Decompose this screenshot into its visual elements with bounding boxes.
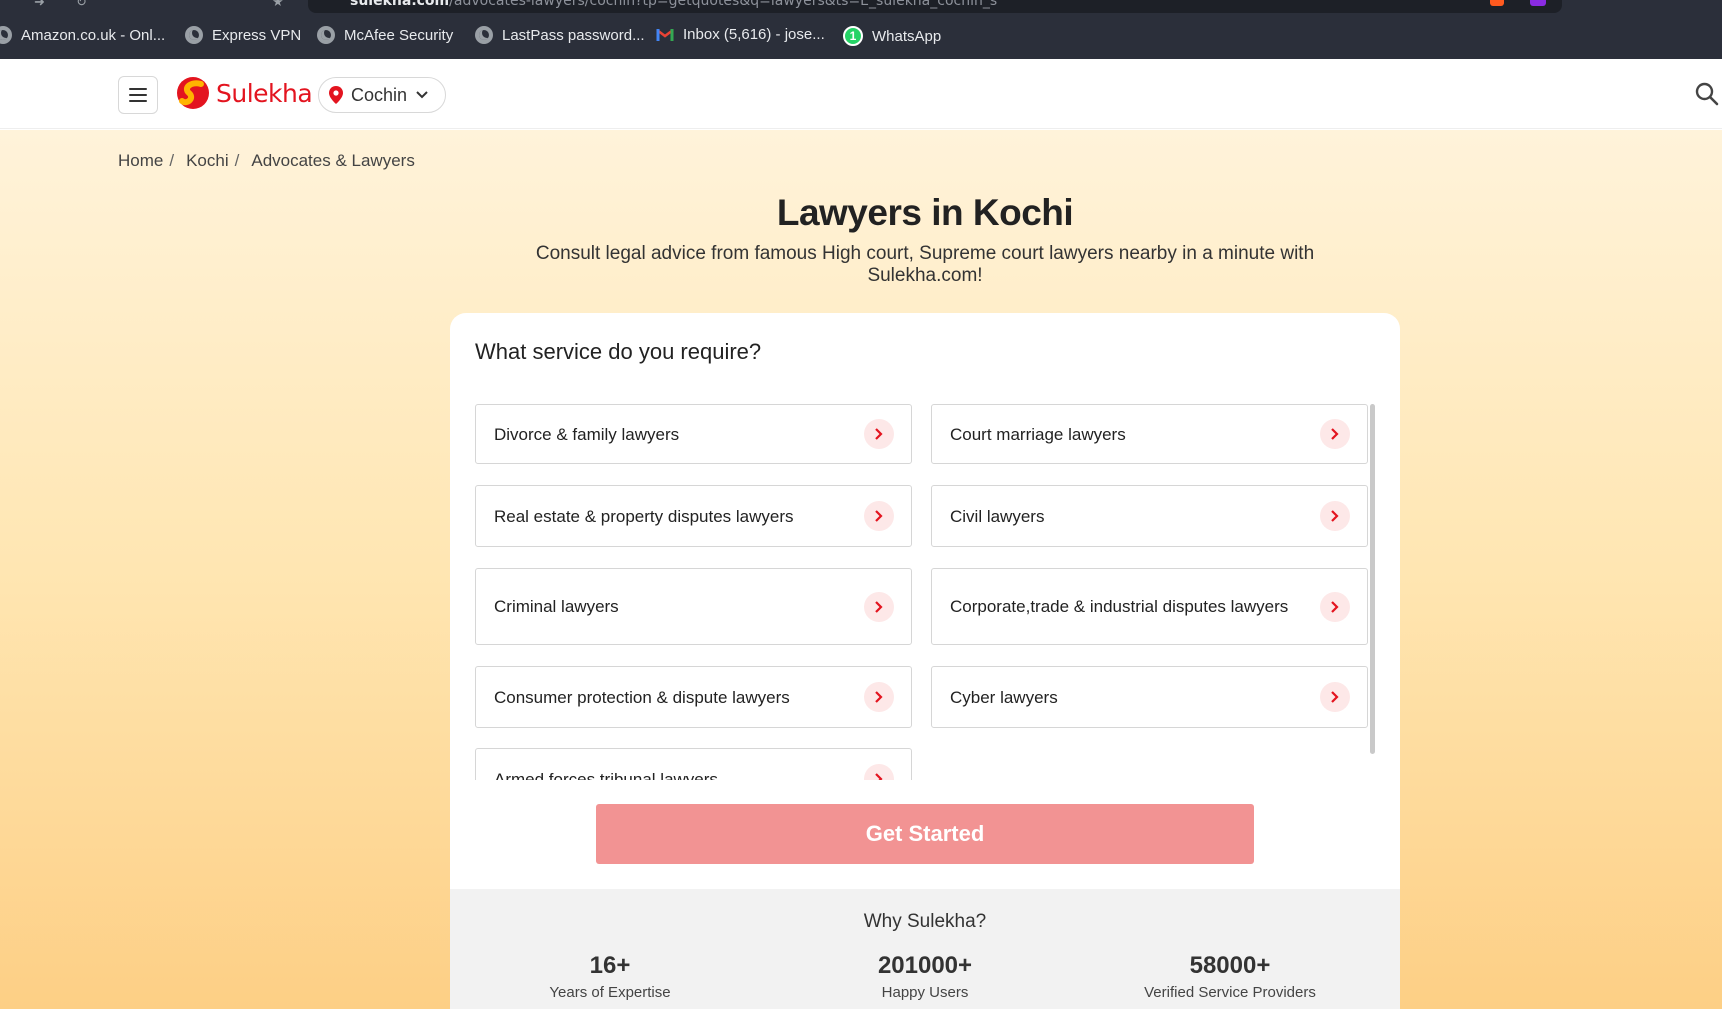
bookmark-label: Inbox (5,616) - jose... [683, 26, 825, 43]
extension-icon[interactable] [1530, 0, 1546, 6]
breadcrumb: Home / Kochi / Advocates & Lawyers [118, 151, 415, 171]
reload-icon[interactable]: ↻ [76, 0, 87, 10]
service-option-label: Real estate & property disputes lawyers [494, 506, 794, 526]
bookmarks-bar: Amazon.co.uk - Onl... Express VPN McAfee… [0, 14, 1722, 59]
city-selector[interactable]: Cochin [318, 77, 446, 113]
chevron-right-icon [864, 682, 894, 712]
brave-shield-icon[interactable] [1490, 0, 1504, 6]
why-sulekha-section: Why Sulekha? 16+ Years of Expertise 2010… [450, 889, 1400, 1009]
browser-toolbar: ➜ ↻ ★ sulekha.com/advocates-lawyers/coch… [0, 0, 1722, 14]
service-option-armed-forces[interactable]: Armed forces tribunal lawyers [475, 748, 912, 780]
chevron-right-icon [1320, 682, 1350, 712]
service-option-label: Civil lawyers [950, 506, 1045, 526]
globe-icon [0, 26, 12, 44]
chevron-right-icon [1320, 501, 1350, 531]
stat-label: Verified Service Providers [1144, 984, 1316, 1001]
location-pin-icon [329, 86, 343, 104]
bookmark-amazon[interactable]: Amazon.co.uk - Onl... [0, 26, 165, 44]
stat-value: 58000+ [1189, 952, 1271, 979]
breadcrumb-home[interactable]: Home [118, 151, 163, 171]
chevron-right-icon [864, 501, 894, 531]
service-option-civil[interactable]: Civil lawyers [931, 485, 1368, 547]
globe-icon [317, 26, 335, 44]
service-option-label: Criminal lawyers [494, 597, 619, 616]
bookmark-star-icon[interactable]: ★ [272, 0, 284, 10]
stat-value: 16+ [589, 952, 631, 979]
chevron-down-icon [416, 91, 428, 99]
hamburger-menu-button[interactable] [118, 76, 158, 114]
page-title: Lawyers in Kochi [776, 192, 1074, 233]
bookmark-label: Amazon.co.uk - Onl... [21, 26, 166, 44]
service-option-divorce-family[interactable]: Divorce & family lawyers [475, 404, 912, 464]
bookmark-whatsapp[interactable]: 1 WhatsApp [843, 26, 941, 46]
service-option-consumer-protection[interactable]: Consumer protection & dispute lawyers [475, 666, 912, 728]
forward-icon[interactable]: ➜ [34, 0, 45, 10]
stat-years-of-expertise: 16+ Years of Expertise [460, 952, 760, 1001]
stat-value: 201000+ [877, 952, 973, 979]
service-option-label: Divorce & family lawyers [494, 424, 680, 444]
breadcrumb-current: Advocates & Lawyers [251, 151, 415, 170]
service-option-label: Corporate,trade & industrial disputes la… [950, 597, 1289, 616]
site-header: Sulekha Cochin [0, 59, 1722, 129]
service-option-cyber[interactable]: Cyber lawyers [931, 666, 1368, 728]
service-option-label: Court marriage lawyers [950, 424, 1126, 444]
stat-label: Years of Expertise [549, 984, 671, 1001]
service-option-real-estate[interactable]: Real estate & property disputes lawyers [475, 485, 912, 547]
chevron-right-icon [864, 591, 894, 622]
bookmark-label: Express VPN [212, 26, 302, 44]
service-list-scrollbar[interactable] [1370, 404, 1375, 754]
address-bar-text[interactable]: sulekha.com/advocates-lawyers/cochin?tp=… [350, 0, 997, 9]
sulekha-logo-text: Sulekha [216, 78, 313, 108]
why-sulekha-title: Why Sulekha? [863, 911, 987, 932]
gmail-icon [656, 28, 674, 42]
bookmark-express-vpn[interactable]: Express VPN [185, 26, 301, 44]
globe-icon [475, 26, 493, 44]
address-bar[interactable]: sulekha.com/advocates-lawyers/cochin?tp=… [308, 0, 1562, 13]
city-selector-label: Cochin [351, 84, 408, 105]
service-option-label: Consumer protection & dispute lawyers [494, 687, 790, 707]
service-option-label: Cyber lawyers [950, 687, 1058, 707]
bookmark-gmail-inbox[interactable]: Inbox (5,616) - jose... [656, 26, 825, 43]
stat-happy-users: 201000+ Happy Users [775, 952, 1075, 1001]
bookmark-label: WhatsApp [872, 27, 942, 45]
chevron-right-icon [864, 764, 894, 780]
get-started-button[interactable]: Get Started [596, 804, 1254, 864]
whatsapp-icon: 1 [843, 26, 863, 46]
service-option-criminal[interactable]: Criminal lawyers [475, 568, 912, 645]
header-search-icon[interactable] [1694, 81, 1720, 112]
page-subtitle: Consult legal advice from famous High co… [535, 243, 1315, 286]
stat-label: Happy Users [881, 984, 969, 1001]
bookmark-label: McAfee Security [344, 26, 454, 44]
service-question: What service do you require? [475, 339, 762, 364]
chevron-right-icon [1320, 419, 1350, 449]
chevron-right-icon [1320, 591, 1350, 622]
globe-icon [185, 26, 203, 44]
bookmark-lastpass[interactable]: LastPass password... [475, 26, 645, 44]
service-option-court-marriage[interactable]: Court marriage lawyers [931, 404, 1368, 464]
sulekha-logo[interactable]: Sulekha [176, 76, 313, 110]
hero-section: Home / Kochi / Advocates & Lawyers Lawyers… [0, 130, 1722, 1009]
stat-verified-providers: 58000+ Verified Service Providers [1080, 952, 1380, 1001]
service-request-card: What service do you require? Divorce & f… [450, 313, 1400, 1009]
sulekha-logo-icon [176, 76, 210, 110]
bookmark-label: LastPass password... [502, 26, 645, 44]
service-option-label: Armed forces tribunal lawyers [494, 769, 718, 781]
breadcrumb-kochi[interactable]: Kochi [186, 151, 229, 171]
chevron-right-icon [864, 419, 894, 449]
service-list: Divorce & family lawyers Court marriage … [475, 404, 1395, 780]
service-option-corporate-trade[interactable]: Corporate,trade & industrial disputes la… [931, 568, 1368, 645]
bookmark-mcafee[interactable]: McAfee Security [317, 26, 453, 44]
